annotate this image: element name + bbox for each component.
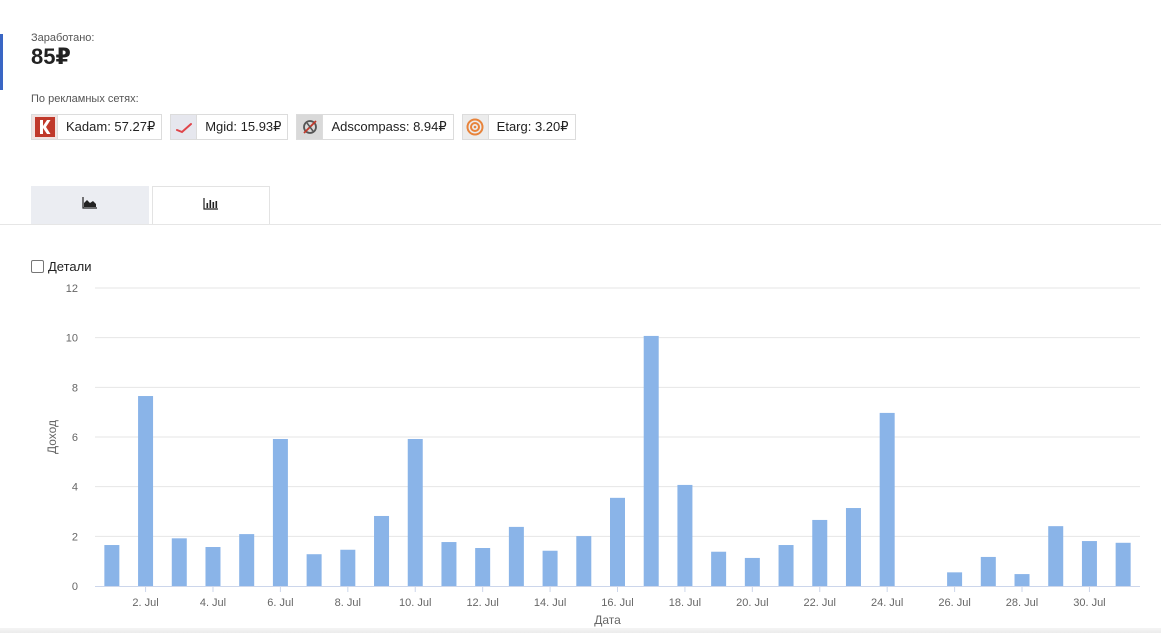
network-list: Kadam: 57.27₽ Mgid: 15.93₽ Adscompass: 8…: [31, 114, 576, 140]
y-tick-label: 2: [72, 531, 78, 543]
x-tick-label: 2. Jul: [132, 597, 158, 609]
details-label: Детали: [48, 259, 92, 274]
bar: [340, 549, 356, 586]
bar: [879, 412, 895, 586]
x-tick-label: 24. Jul: [871, 597, 903, 609]
bar: [272, 438, 288, 586]
income-bar-chart: 0 2 4 6 8 10 12 2. Jul 4. Jul 6. Jul 8. Jul 10. Jul…: [45, 283, 1140, 627]
bar: [171, 538, 187, 586]
network-chip-mgid: Mgid: 15.93₽: [170, 114, 289, 140]
x-tick-label: 14. Jul: [534, 597, 566, 609]
bar: [744, 557, 760, 586]
x-tick-label: 16. Jul: [601, 597, 633, 609]
bar: [508, 526, 524, 586]
bar: [643, 335, 659, 586]
bar: [1048, 526, 1064, 586]
kadam-logo-icon: [32, 115, 58, 139]
bar-chart-icon: [203, 197, 219, 215]
x-tick-label: 22. Jul: [804, 597, 836, 609]
details-toggle[interactable]: Детали: [31, 259, 92, 274]
bar: [610, 497, 625, 586]
bar: [475, 548, 491, 586]
x-tick-label: 30. Jul: [1073, 597, 1105, 609]
bar: [104, 545, 120, 586]
bar: [711, 551, 727, 586]
bar: [306, 554, 322, 586]
y-tick-label: 0: [72, 581, 78, 593]
y-tick-label: 10: [66, 333, 78, 345]
bottom-scroll-shade: [0, 628, 1161, 633]
x-tick-label: 8. Jul: [335, 597, 361, 609]
bar: [1014, 574, 1030, 586]
bar: [441, 542, 457, 586]
bar: [778, 545, 794, 586]
y-tick-label: 4: [72, 482, 78, 494]
chart-type-tabs: [31, 186, 270, 225]
adscompass-logo-icon: [297, 115, 324, 139]
bar: [1115, 542, 1131, 586]
network-chip-label: Mgid: 15.93₽: [205, 119, 282, 134]
earned-label: Заработано:: [31, 32, 95, 44]
bar: [576, 536, 592, 586]
active-indicator: [0, 34, 3, 90]
area-chart-tab[interactable]: [31, 186, 149, 224]
earned-value: 85₽: [31, 44, 71, 69]
bar: [947, 572, 963, 586]
bar: [138, 396, 154, 586]
network-chip-kadam: Kadam: 57.27₽: [31, 114, 163, 140]
network-chip-label: Etarg: 3.20₽: [496, 119, 569, 134]
network-chip-label: Adscompass: 8.94₽: [331, 119, 447, 134]
details-checkbox[interactable]: [31, 260, 44, 273]
network-chip-etarg: Etarg: 3.20₽: [461, 114, 576, 140]
tab-divider: [0, 224, 1161, 225]
x-tick-label: 28. Jul: [1006, 597, 1038, 609]
x-tick-label: 18. Jul: [669, 597, 701, 609]
x-tick-label: 12. Jul: [466, 597, 498, 609]
bar: [407, 438, 423, 586]
bar: [239, 534, 255, 586]
x-tick-label: 20. Jul: [736, 597, 768, 609]
bar: [205, 547, 221, 586]
bar: [677, 484, 693, 586]
bar: [845, 508, 861, 586]
x-axis-title: Дата: [594, 613, 621, 627]
y-tick-label: 6: [72, 432, 78, 444]
network-chip-adscompass: Adscompass: 8.94₽: [296, 114, 454, 140]
bar: [374, 515, 390, 586]
bar: [542, 550, 558, 586]
networks-label: По рекламных сетях:: [31, 93, 139, 105]
x-tick-label: 4. Jul: [200, 597, 226, 609]
etarg-logo-icon: [462, 115, 489, 139]
y-axis-title: Доход: [45, 420, 59, 454]
area-chart-icon: [82, 196, 98, 214]
y-tick-label: 8: [72, 382, 78, 394]
mgid-logo-icon: [171, 115, 198, 139]
bar: [1081, 541, 1097, 586]
bar-chart-tab[interactable]: [152, 186, 270, 225]
bar: [980, 556, 996, 586]
x-tick-label: 26. Jul: [938, 597, 970, 609]
bar: [812, 519, 828, 586]
y-tick-label: 12: [66, 283, 78, 295]
x-tick-label: 6. Jul: [267, 597, 293, 609]
network-chip-label: Kadam: 57.27₽: [66, 119, 156, 134]
x-tick-label: 10. Jul: [399, 597, 431, 609]
